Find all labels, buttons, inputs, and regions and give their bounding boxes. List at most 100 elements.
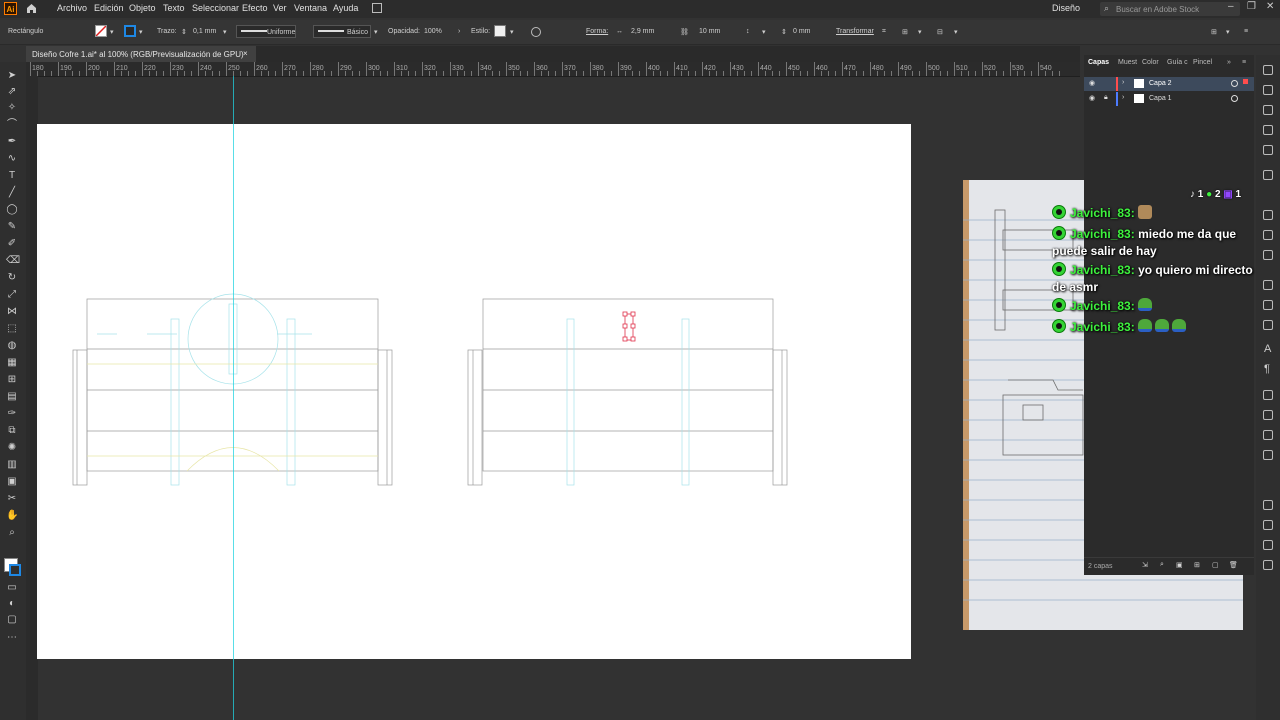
arrange-icon[interactable]: ⊟ (937, 28, 943, 36)
chevron-right-icon[interactable]: › (458, 28, 460, 35)
chevron-down-icon[interactable]: ▾ (954, 28, 958, 36)
paintbrush-tool-icon[interactable]: ✎ (6, 221, 18, 233)
layers-panel-icon[interactable] (1263, 65, 1273, 75)
menu-icon[interactable]: ≡ (1244, 28, 1248, 35)
isolate-icon[interactable]: ⌗ (882, 28, 886, 36)
workspace-switcher[interactable]: Diseño (1052, 3, 1080, 13)
screen-mode-icon[interactable]: ▢ (6, 614, 18, 626)
new-layer-icon[interactable]: ▢ (1212, 561, 1219, 569)
lock-icon[interactable]: 🔒︎ (1104, 94, 1108, 102)
chevron-down-icon[interactable]: ▾ (762, 28, 766, 36)
stepper-icon[interactable]: ⇕ (781, 28, 787, 36)
brushes-icon[interactable] (1263, 145, 1273, 155)
trash-icon[interactable]: 🗑︎ (1229, 561, 1238, 569)
home-icon[interactable] (26, 3, 36, 13)
tab-guia-color[interactable]: Guía c (1167, 59, 1188, 66)
opacity-field[interactable]: 100% (424, 28, 442, 35)
fill-swatch[interactable] (95, 25, 107, 37)
pen-tool-icon[interactable]: ✒ (6, 136, 18, 148)
perspective-grid-icon[interactable]: ▦ (6, 357, 18, 369)
panel-layout-icon[interactable]: ⊞ (1211, 28, 1217, 36)
symbols-icon[interactable] (1263, 170, 1273, 180)
graphic-style-swatch[interactable] (494, 25, 506, 37)
menu-edicion[interactable]: Edición (94, 3, 124, 13)
chevron-down-icon[interactable]: ▾ (223, 28, 227, 36)
export-icon[interactable]: ⇲ (1142, 561, 1148, 569)
stroke-swatch[interactable] (124, 25, 136, 37)
link-icon[interactable]: ⛓ (680, 28, 689, 36)
eye-icon[interactable]: ◉ (1089, 94, 1095, 102)
stroke-panel-icon[interactable] (1263, 520, 1273, 530)
adobe-stock-search[interactable]: ⌕ Buscar en Adobe Stock (1100, 2, 1240, 16)
artboards-icon[interactable] (1263, 430, 1273, 440)
shape-label[interactable]: Forma: (586, 28, 608, 35)
layer-row-capa-1[interactable]: ◉ 🔒︎ › Capa 1 (1084, 92, 1254, 106)
links-icon[interactable] (1263, 410, 1273, 420)
align-icon[interactable]: ⊞ (902, 28, 908, 36)
stroke-color-box[interactable] (9, 564, 21, 576)
external-link-icon[interactable] (1263, 390, 1273, 400)
drawing-mode-icon[interactable]: ◐ (6, 598, 18, 610)
menu-texto[interactable]: Texto (163, 3, 185, 13)
tab-capas[interactable]: Capas (1088, 59, 1109, 66)
zoom-tool-icon[interactable]: ⌕ (6, 527, 18, 539)
slice-tool-icon[interactable]: ✂ (6, 493, 18, 505)
minimize-icon[interactable]: – (1228, 1, 1234, 12)
layer-row-capa-2[interactable]: ◉ › Capa 2 (1084, 77, 1254, 91)
horizontal-ruler[interactable]: 180 190 200 210 220 230 240 250 260 270 280 290 300 3… (26, 62, 1080, 77)
menu-ver[interactable]: Ver (273, 3, 287, 13)
eraser-tool-icon[interactable]: ⌫ (6, 255, 20, 267)
shape-builder-icon[interactable]: ◍ (6, 340, 18, 352)
color-mode-icon[interactable]: ▭ (6, 582, 18, 594)
menu-archivo[interactable]: Archivo (57, 3, 87, 13)
layer-name[interactable]: Capa 1 (1149, 95, 1172, 102)
symbol-sprayer-icon[interactable]: ✺ (6, 442, 18, 454)
curvature-tool-icon[interactable]: ∿ (6, 153, 18, 165)
stroke-weight-field[interactable]: 0,1 mm (193, 28, 216, 35)
direct-selection-tool-icon[interactable]: ⇗ (6, 86, 18, 98)
menu-ventana[interactable]: Ventana (294, 3, 327, 13)
transparency-icon[interactable] (1263, 540, 1273, 550)
artboard[interactable] (37, 124, 911, 659)
panel-menu-icon[interactable]: ≡ (1242, 59, 1246, 66)
chevron-down-icon[interactable]: ▾ (1226, 28, 1230, 36)
target-icon[interactable] (1231, 80, 1238, 87)
gradient-tool-icon[interactable]: ▤ (6, 391, 18, 403)
chevron-down-icon[interactable]: ▾ (918, 28, 922, 36)
scale-tool-icon[interactable]: ⤢ (6, 289, 18, 301)
libraries-icon[interactable] (1263, 85, 1273, 95)
recolor-artwork-icon[interactable] (531, 27, 541, 37)
swatches-icon[interactable] (1263, 125, 1273, 135)
eyedropper-icon[interactable]: ✑ (6, 408, 18, 420)
selection-indicator[interactable] (1243, 79, 1248, 84)
mesh-tool-icon[interactable]: ⊞ (6, 374, 18, 386)
blend-tool-icon[interactable]: ⧉ (6, 425, 18, 437)
variable-width-profile[interactable]: Uniforme (236, 25, 296, 38)
type-tool-icon[interactable]: T (6, 170, 18, 182)
chevron-down-icon[interactable]: ▾ (374, 28, 378, 36)
paragraph-icon[interactable]: ¶ (1264, 363, 1270, 375)
new-sublayer-icon[interactable]: ⊞ (1194, 561, 1200, 569)
close-tab-icon[interactable]: × (243, 49, 248, 58)
tab-pinceles[interactable]: Pincel (1193, 59, 1212, 66)
panel-expand-icon[interactable]: » (1227, 59, 1231, 66)
eye-icon[interactable]: ◉ (1089, 79, 1095, 87)
ellipse-tool-icon[interactable]: ◯ (6, 204, 18, 216)
selection-tool-icon[interactable]: ➤ (6, 70, 18, 82)
selected-rectangle[interactable] (622, 311, 636, 342)
target-icon[interactable] (1231, 95, 1238, 102)
arrange-documents-icon[interactable] (372, 3, 382, 13)
artboard-tool-icon[interactable]: ▣ (6, 476, 18, 488)
corner-radius-field[interactable]: 0 mm (793, 28, 811, 35)
navigator-icon[interactable] (1263, 450, 1273, 460)
blob-brush-tool-icon[interactable]: ✐ (6, 238, 18, 250)
chevron-right-icon[interactable]: › (1122, 79, 1124, 86)
hand-tool-icon[interactable]: ✋ (6, 510, 18, 522)
free-transform-icon[interactable]: ⬚ (6, 323, 18, 335)
stepper-icon[interactable]: ⇕ (181, 28, 187, 36)
transform-label[interactable]: Transformar (836, 28, 874, 35)
menu-ayuda[interactable]: Ayuda (333, 3, 358, 13)
layer-name[interactable]: Capa 2 (1149, 80, 1172, 87)
tab-color[interactable]: Color (1142, 59, 1159, 66)
vertical-guide[interactable] (233, 76, 234, 720)
